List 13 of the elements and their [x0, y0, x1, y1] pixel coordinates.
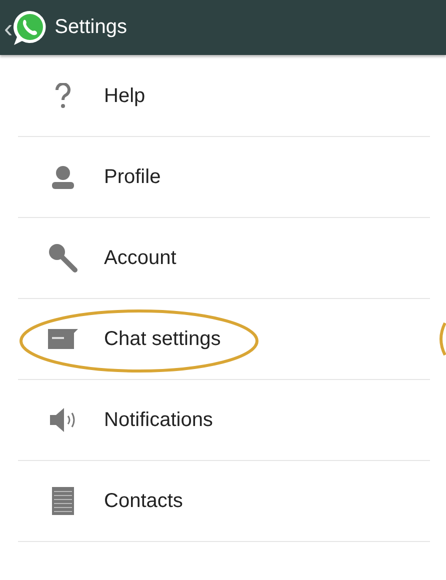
- settings-item[interactable]: Profile: [18, 137, 430, 218]
- settings-item[interactable]: Notifications: [18, 380, 430, 461]
- key-icon: [48, 243, 78, 273]
- settings-item[interactable]: Contacts: [18, 461, 430, 542]
- settings-item[interactable]: Help: [18, 56, 430, 137]
- question-mark-icon: [55, 83, 71, 109]
- screen-title: Settings: [54, 16, 127, 39]
- settings-item[interactable]: Chat settings: [18, 299, 430, 380]
- list-icon: [52, 487, 74, 515]
- person-icon: [51, 165, 75, 189]
- back-arrow[interactable]: ‹: [4, 14, 13, 40]
- message-icon: [48, 329, 78, 349]
- settings-item[interactable]: Account: [18, 218, 430, 299]
